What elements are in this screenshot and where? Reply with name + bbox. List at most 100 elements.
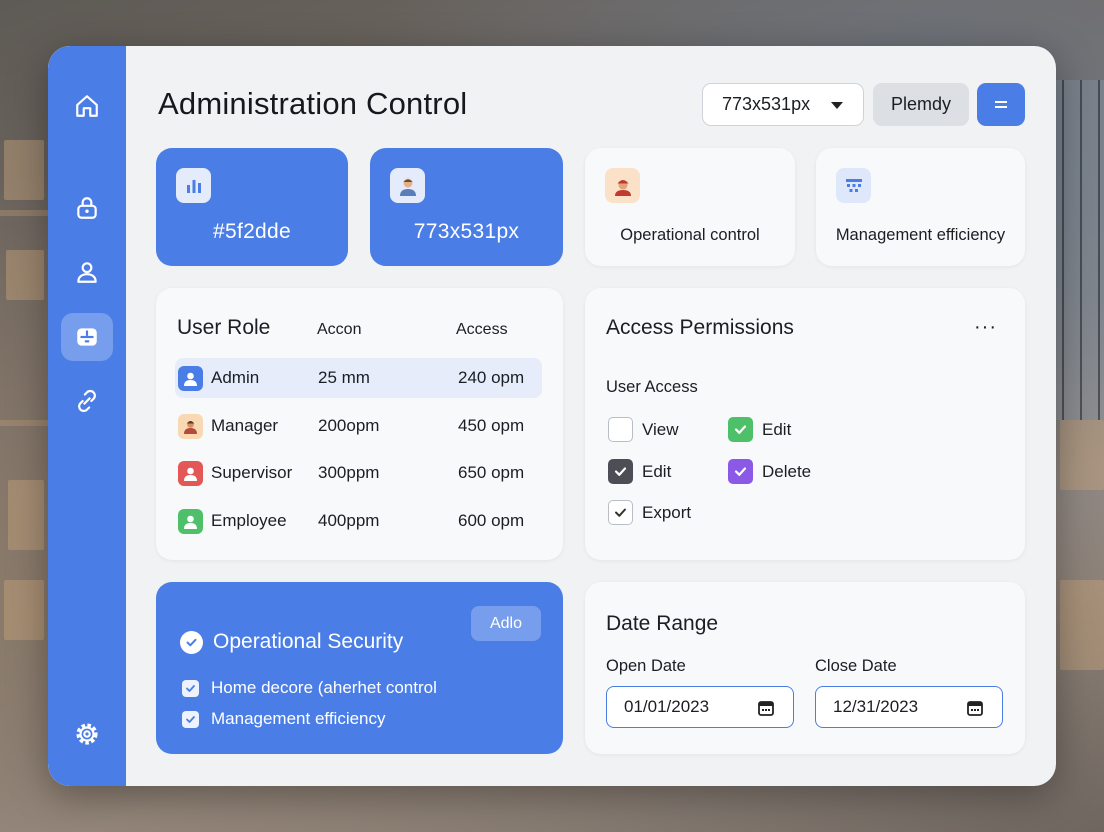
nav-link[interactable] (61, 377, 113, 425)
permissions-subtitle: User Access (606, 378, 698, 396)
check-icon[interactable] (728, 417, 753, 442)
permission-delete[interactable]: Delete (728, 459, 811, 484)
permission-label: Edit (762, 419, 792, 439)
role-name: Employee (211, 511, 287, 530)
calendar-grid-icon (836, 168, 871, 203)
role-accon: 200opm (318, 416, 380, 435)
stat-card-size[interactable]: 773x531px (370, 148, 563, 266)
security-item-label: Management efficiency (211, 709, 386, 728)
person-icon (390, 168, 425, 203)
admin-panel: Administration Control 773x531px Plemdy … (48, 46, 1056, 786)
table-row[interactable]: Manager 200opm 450 opm (175, 406, 542, 446)
role-access: 600 opm (458, 511, 525, 530)
permission-view[interactable]: View (608, 417, 679, 442)
page-title: Administration Control (158, 86, 468, 121)
user-roles-card: User Role Accon Access Admin 25 mm 240 o… (156, 288, 563, 560)
close-date-input[interactable]: 12/31/2023 (815, 686, 1003, 728)
size-select[interactable]: 773x531px (702, 83, 864, 126)
stat-card-operational[interactable]: Operational control (585, 148, 795, 266)
stat-value: #5f2dde (212, 220, 291, 243)
permission-label: View (642, 419, 679, 439)
background-shelf (0, 210, 48, 216)
background-box (4, 580, 44, 640)
permission-edit-dark[interactable]: Edit (608, 459, 671, 484)
user-avatar-icon (178, 365, 203, 391)
plemdy-button[interactable]: Plemdy (873, 83, 969, 126)
date-range-card: Date Range Open Date Close Date 01/01/20… (585, 582, 1025, 754)
stat-value: 773x531px (413, 220, 520, 243)
size-select-value: 773x531px (722, 94, 811, 114)
menu-button[interactable] (977, 83, 1025, 126)
operational-security-card: Adlo Operational Security Home decore (a… (156, 582, 563, 754)
stat-label: Operational control (620, 226, 760, 244)
close-date-label: Close Date (815, 657, 897, 675)
lock-icon (77, 197, 97, 219)
checkbox-icon[interactable] (608, 417, 633, 442)
nav-user[interactable] (61, 248, 113, 296)
stat-card-management[interactable]: Management efficiency (816, 148, 1025, 266)
permission-edit-green[interactable]: Edit (728, 417, 791, 442)
access-permissions-card: Access Permissions ··· User Access View … (585, 288, 1025, 560)
menu-icon (995, 101, 1007, 103)
nav-dashboard[interactable] (61, 313, 113, 361)
check-icon[interactable] (608, 500, 633, 525)
table-row[interactable]: Employee 400ppm 600 opm (175, 501, 542, 541)
permission-export[interactable]: Export (608, 500, 691, 525)
check-icon[interactable] (728, 459, 753, 484)
check-circle-icon (180, 630, 203, 654)
dashboard-icon (77, 328, 97, 346)
supervisor-avatar-icon (178, 460, 203, 486)
open-date-label: Open Date (606, 657, 686, 675)
calendar-icon[interactable] (757, 699, 775, 717)
background-box (1060, 420, 1104, 490)
calendar-icon[interactable] (966, 699, 984, 717)
table-row[interactable]: Supervisor 300ppm 650 opm (175, 453, 542, 493)
column-header-access: Access (456, 321, 508, 338)
open-date-input[interactable]: 01/01/2023 (606, 686, 794, 728)
role-access: 650 opm (458, 463, 525, 482)
table-row[interactable]: Admin 25 mm 240 opm (175, 358, 542, 398)
more-options-button[interactable]: ··· (974, 316, 997, 339)
role-name: Admin (211, 368, 260, 387)
permission-label: Edit (642, 461, 672, 481)
chevron-down-icon (831, 102, 843, 109)
date-range-title: Date Range (606, 612, 719, 635)
add-button[interactable]: Adlo (471, 606, 541, 641)
checkbox-icon[interactable] (182, 679, 199, 697)
role-accon: 400ppm (318, 511, 380, 530)
sidebar (48, 46, 126, 786)
nav-home[interactable] (61, 82, 113, 130)
role-name: Supervisor (211, 463, 293, 482)
manager-avatar-icon (178, 413, 203, 439)
security-item[interactable]: Home decore (aherhet control (182, 678, 437, 698)
user-icon (77, 262, 97, 283)
security-title-row: Operational Security (180, 630, 403, 654)
checkbox-icon[interactable] (182, 710, 199, 728)
background-box (1060, 580, 1104, 670)
background-shelf (0, 420, 48, 426)
nav-lock[interactable] (61, 184, 113, 232)
role-access: 240 opm (458, 368, 525, 387)
close-date-value: 12/31/2023 (833, 697, 919, 716)
open-date-value: 01/01/2023 (624, 697, 710, 716)
role-accon: 300ppm (318, 463, 380, 482)
column-header-role: User Role (177, 316, 271, 339)
permission-label: Delete (762, 461, 812, 481)
background-box (6, 250, 44, 300)
permission-label: Export (642, 502, 692, 522)
check-icon[interactable] (608, 459, 633, 484)
security-item[interactable]: Management efficiency (182, 709, 386, 729)
link-icon (78, 389, 96, 413)
worker-icon (605, 168, 640, 203)
stat-label: Management efficiency (835, 226, 1006, 244)
role-access: 450 opm (458, 416, 525, 435)
security-title: Operational Security (213, 630, 404, 653)
column-header-accon: Accon (317, 321, 362, 338)
nav-settings[interactable] (61, 710, 113, 758)
gear-icon (76, 723, 98, 745)
stat-card-color[interactable]: #5f2dde (156, 148, 348, 266)
role-accon: 25 mm (318, 368, 370, 387)
home-icon (76, 95, 98, 117)
bar-chart-icon (176, 168, 211, 203)
background-box (8, 480, 44, 550)
